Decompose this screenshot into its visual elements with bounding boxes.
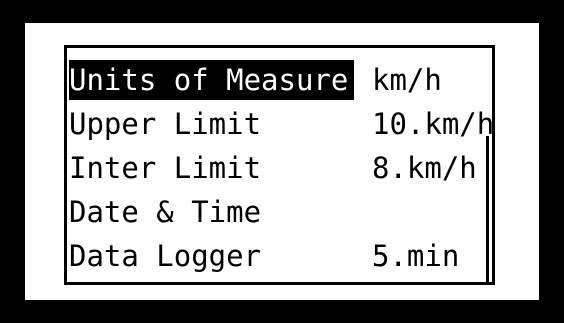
- menu-item-value: km/h: [372, 63, 442, 97]
- menu-item-label: Upper Limit: [69, 107, 262, 141]
- menu-item-label: Inter Limit: [69, 151, 262, 185]
- lcd-screen: Units of Measure km/h Upper Limit 10.km/…: [25, 23, 539, 300]
- settings-menu: Units of Measure km/h Upper Limit 10.km/…: [64, 45, 495, 285]
- scrollbar[interactable]: [486, 136, 489, 282]
- menu-item-label: Units of Measure: [69, 60, 355, 100]
- menu-item-value: 10.km/h: [372, 107, 495, 141]
- menu-item-value: 5.min: [372, 239, 460, 273]
- device-frame: Units of Measure km/h Upper Limit 10.km/…: [0, 0, 564, 323]
- menu-item-label: Date & Time: [69, 195, 262, 229]
- menu-item-units-of-measure[interactable]: Units of Measure km/h: [67, 60, 492, 100]
- menu-item-value: 8.km/h: [372, 151, 477, 185]
- menu-item-upper-limit[interactable]: Upper Limit 10.km/h: [67, 104, 495, 144]
- menu-item-date-time[interactable]: Date & Time: [67, 192, 492, 232]
- menu-item-label: Data Logger: [69, 239, 262, 273]
- menu-item-data-logger[interactable]: Data Logger 5.min: [67, 236, 492, 276]
- menu-item-inter-limit[interactable]: Inter Limit 8.km/h: [67, 148, 492, 188]
